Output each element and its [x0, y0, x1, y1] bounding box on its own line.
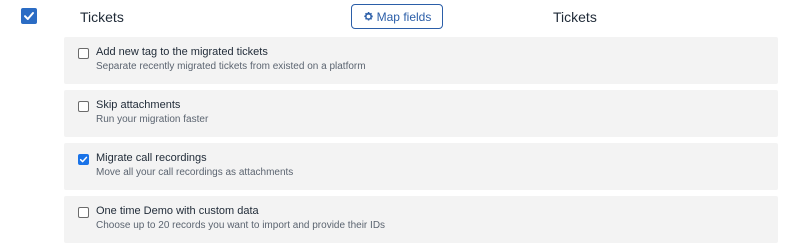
- option-title: Add new tag to the migrated tickets: [96, 46, 268, 58]
- target-entity-title: Tickets: [553, 9, 597, 25]
- additional-options-list: Add new tag to the migrated tickets Sepa…: [64, 37, 778, 249]
- entity-row: Tickets Map fields Tickets Add new tag t…: [0, 0, 811, 252]
- source-entity-title: Tickets: [80, 9, 124, 25]
- check-icon: [79, 156, 88, 163]
- option-description: Move all your call recordings as attachm…: [96, 167, 294, 178]
- option-checkbox[interactable]: [78, 154, 89, 165]
- option-checkbox[interactable]: [78, 101, 89, 112]
- check-icon: [24, 12, 34, 20]
- option-description: Run your migration faster: [96, 114, 209, 125]
- map-fields-button[interactable]: Map fields: [351, 4, 443, 29]
- option-title: One time Demo with custom data: [96, 205, 259, 217]
- map-fields-label: Map fields: [376, 9, 432, 24]
- tickets-select-checkbox[interactable]: [21, 8, 37, 24]
- option-title: Migrate call recordings: [96, 152, 207, 164]
- option-description: Separate recently migrated tickets from …: [96, 61, 366, 72]
- gear-icon: [363, 12, 373, 21]
- option-add-new-tag: Add new tag to the migrated tickets Sepa…: [64, 37, 778, 84]
- entity-header: Tickets Map fields Tickets: [0, 0, 811, 34]
- option-title: Skip attachments: [96, 99, 181, 111]
- option-description: Choose up to 20 records you want to impo…: [96, 220, 386, 231]
- option-migrate-call-recordings: Migrate call recordings Move all your ca…: [64, 143, 778, 190]
- option-checkbox[interactable]: [78, 48, 89, 59]
- option-demo-custom-data: One time Demo with custom data Choose up…: [64, 196, 778, 243]
- option-skip-attachments: Skip attachments Run your migration fast…: [64, 90, 778, 137]
- option-checkbox[interactable]: [78, 207, 89, 218]
